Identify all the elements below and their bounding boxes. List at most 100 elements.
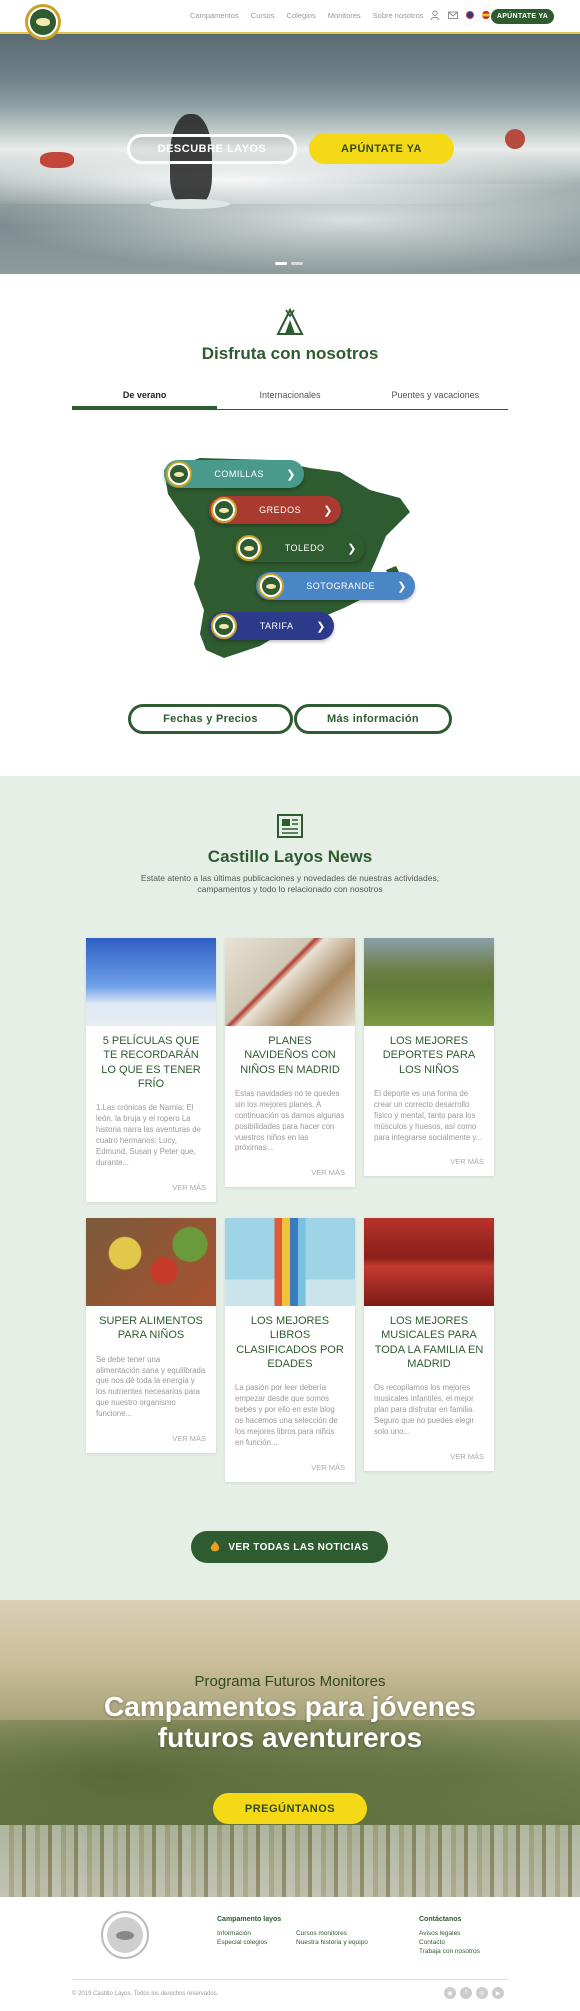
header-icons: [430, 10, 490, 20]
chevron-right-icon: ❯: [323, 504, 333, 517]
footer-link-informacion[interactable]: Información: [217, 1930, 251, 1937]
site-logo[interactable]: [25, 4, 61, 40]
news-card-excerpt: Os recopilamos los mejores musicales inf…: [374, 1383, 475, 1436]
english-flag-icon[interactable]: [466, 11, 474, 19]
camp-logo-icon: [211, 497, 237, 523]
site-header: Campamentos Cursos Colegios Monitores So…: [0, 0, 580, 40]
news-card-title[interactable]: LOS MEJORES MUSICALES PARA TODA LA FAMIL…: [364, 1306, 494, 1371]
camp-label: TOLEDO: [284, 543, 325, 553]
nav-campamentos[interactable]: Campamentos: [190, 11, 239, 20]
footer-link-historia-equipo[interactable]: Nuestra historia y equipo: [296, 1939, 368, 1946]
hero-surfboard: [150, 199, 230, 209]
discover-button[interactable]: DESCUBRE LAYOS: [127, 134, 297, 164]
tripadvisor-icon[interactable]: ◉: [444, 1987, 456, 1999]
futuros-monitores-banner: Programa Futuros Monitores Campamentos p…: [0, 1600, 580, 1897]
camp-logo-icon: [211, 613, 237, 639]
camp-label: TARIFA: [259, 621, 294, 631]
user-icon[interactable]: [430, 10, 440, 20]
facebook-icon[interactable]: f: [460, 1987, 472, 1999]
news-card-excerpt: 1.Las crónicas de Narnia: El león, la br…: [96, 1103, 201, 1167]
banner-campers: [0, 1825, 580, 1897]
all-news-button[interactable]: VER TODAS LAS NOTICIAS: [191, 1531, 388, 1563]
futuros-title-line1: Campamentos para jóvenes: [104, 1691, 476, 1722]
read-more-link[interactable]: VER MÁS: [86, 1169, 216, 1202]
footer-link-cursos-monitores[interactable]: Cursos monitores: [296, 1930, 347, 1937]
news-card-title[interactable]: LOS MEJORES LIBROS CLASIFICADOS POR EDAD…: [225, 1306, 355, 1371]
camp-logo-icon: [166, 461, 192, 487]
news-image-ice-age: [86, 938, 216, 1026]
news-card[interactable]: 5 PELÍCULAS QUE TE RECORDARÁN LO QUE ES …: [86, 938, 216, 1202]
all-news-label: VER TODAS LAS NOTICIAS: [228, 1541, 369, 1553]
tab-verano[interactable]: De verano: [72, 384, 218, 409]
instagram-icon[interactable]: ◎: [476, 1987, 488, 1999]
news-card[interactable]: LOS MEJORES DEPORTES PARA LOS NIÑOS El d…: [364, 938, 494, 1177]
hero-signup-button[interactable]: APÚNTATE YA: [309, 133, 454, 164]
carousel-dot-2[interactable]: [291, 262, 303, 265]
news-title: Castillo Layos News: [207, 847, 373, 866]
news-card-title[interactable]: LOS MEJORES DEPORTES PARA LOS NIÑOS: [364, 1026, 494, 1077]
news-subtitle: Estate atento a las últimas publicacione…: [140, 873, 440, 895]
youtube-icon[interactable]: ▶: [492, 1987, 504, 1999]
dates-prices-button[interactable]: Fechas y Precios: [128, 704, 293, 734]
camp-comillas[interactable]: COMILLAS ❯: [164, 460, 304, 488]
news-card-excerpt: Estas navidades no te quedes sin los mej…: [235, 1088, 345, 1153]
chevron-right-icon: ❯: [286, 468, 296, 481]
read-more-link[interactable]: VER MÁS: [364, 1143, 494, 1176]
nav-monitores[interactable]: Monitores: [328, 11, 361, 20]
camp-sotogrande[interactable]: SOTOGRANDE ❯: [256, 572, 415, 600]
futuros-title: Campamentos para jóvenes futuros aventur…: [0, 1691, 580, 1754]
camp-gredos[interactable]: GREDOS ❯: [209, 496, 341, 524]
copyright-text: © 2019 Castillo Layos. Todos los derecho…: [72, 1991, 219, 1997]
news-image-food: [86, 1218, 216, 1306]
camp-logo-icon: [258, 573, 284, 599]
carousel-dot-1[interactable]: [275, 262, 287, 265]
news-card-excerpt: El deporte es una forma de crear un corr…: [374, 1088, 483, 1142]
footer-col1-heading: Campamento layos: [217, 1916, 282, 1923]
futuros-subtitle: Programa Futuros Monitores: [194, 1673, 386, 1690]
news-image-books: [225, 1218, 355, 1306]
read-more-link[interactable]: VER MÁS: [225, 1154, 355, 1187]
nav-sobre-nosotros[interactable]: Sobre nosotros: [373, 11, 424, 20]
read-more-link[interactable]: VER MÁS: [86, 1420, 216, 1453]
newspaper-icon: [277, 814, 303, 838]
hero-foam: [0, 184, 580, 274]
read-more-link[interactable]: VER MÁS: [364, 1438, 494, 1471]
flame-icon: [211, 1541, 220, 1552]
site-footer: Campamento layos Información Especial co…: [0, 1897, 580, 2011]
tab-puentes[interactable]: Puentes y vacaciones: [363, 384, 508, 409]
news-card-title[interactable]: PLANES NAVIDEÑOS CON NIÑOS EN MADRID: [225, 1026, 355, 1077]
camp-toledo[interactable]: TOLEDO ❯: [234, 534, 365, 562]
footer-divider: [72, 1979, 508, 1980]
news-card[interactable]: PLANES NAVIDEÑOS CON NIÑOS EN MADRID Est…: [225, 938, 355, 1188]
news-card[interactable]: LOS MEJORES LIBROS CLASIFICADOS POR EDAD…: [225, 1218, 355, 1482]
news-card-title[interactable]: 5 PELÍCULAS QUE TE RECORDARÁN LO QUE ES …: [86, 1026, 216, 1091]
tab-internacionales[interactable]: Internacionales: [217, 384, 362, 409]
nav-cursos[interactable]: Cursos: [251, 11, 275, 20]
footer-link-avisos-legales[interactable]: Avisos legales: [419, 1930, 460, 1937]
news-card-title[interactable]: SUPER ALIMENTOS PARA NIÑOS: [86, 1306, 216, 1343]
signup-button[interactable]: APÚNTATE YA: [491, 9, 554, 24]
camp-logo-icon: [236, 535, 262, 561]
mail-icon[interactable]: [448, 10, 458, 20]
footer-link-trabaja[interactable]: Trabaja con nosotros: [419, 1948, 480, 1955]
more-info-button[interactable]: Más información: [294, 704, 452, 734]
news-image-christmas: [225, 938, 355, 1026]
ask-us-button[interactable]: PREGÚNTANOS: [213, 1793, 367, 1824]
camp-label: GREDOS: [259, 505, 302, 515]
spanish-flag-icon[interactable]: [482, 11, 490, 19]
footer-logo[interactable]: [101, 1911, 149, 1959]
news-card[interactable]: LOS MEJORES MUSICALES PARA TODA LA FAMIL…: [364, 1218, 494, 1471]
footer-link-especial-colegios[interactable]: Especial colegios: [217, 1939, 267, 1946]
news-card-excerpt: La pasión por leer debería empezar desde…: [235, 1383, 338, 1447]
news-card-excerpt: Se debe tener una alimentación sana y eq…: [96, 1354, 206, 1419]
tent-icon: [276, 308, 304, 335]
nav-colegios[interactable]: Colegios: [287, 11, 316, 20]
main-nav: Campamentos Cursos Colegios Monitores So…: [190, 11, 424, 20]
chevron-right-icon: ❯: [397, 580, 407, 593]
footer-link-contacto[interactable]: Contacto: [419, 1939, 445, 1946]
news-image-sports: [364, 938, 494, 1026]
read-more-link[interactable]: VER MÁS: [225, 1449, 355, 1482]
carousel-dots: [275, 262, 303, 265]
news-card[interactable]: SUPER ALIMENTOS PARA NIÑOS Se debe tener…: [86, 1218, 216, 1454]
camp-tarifa[interactable]: TARIFA ❯: [209, 612, 334, 640]
